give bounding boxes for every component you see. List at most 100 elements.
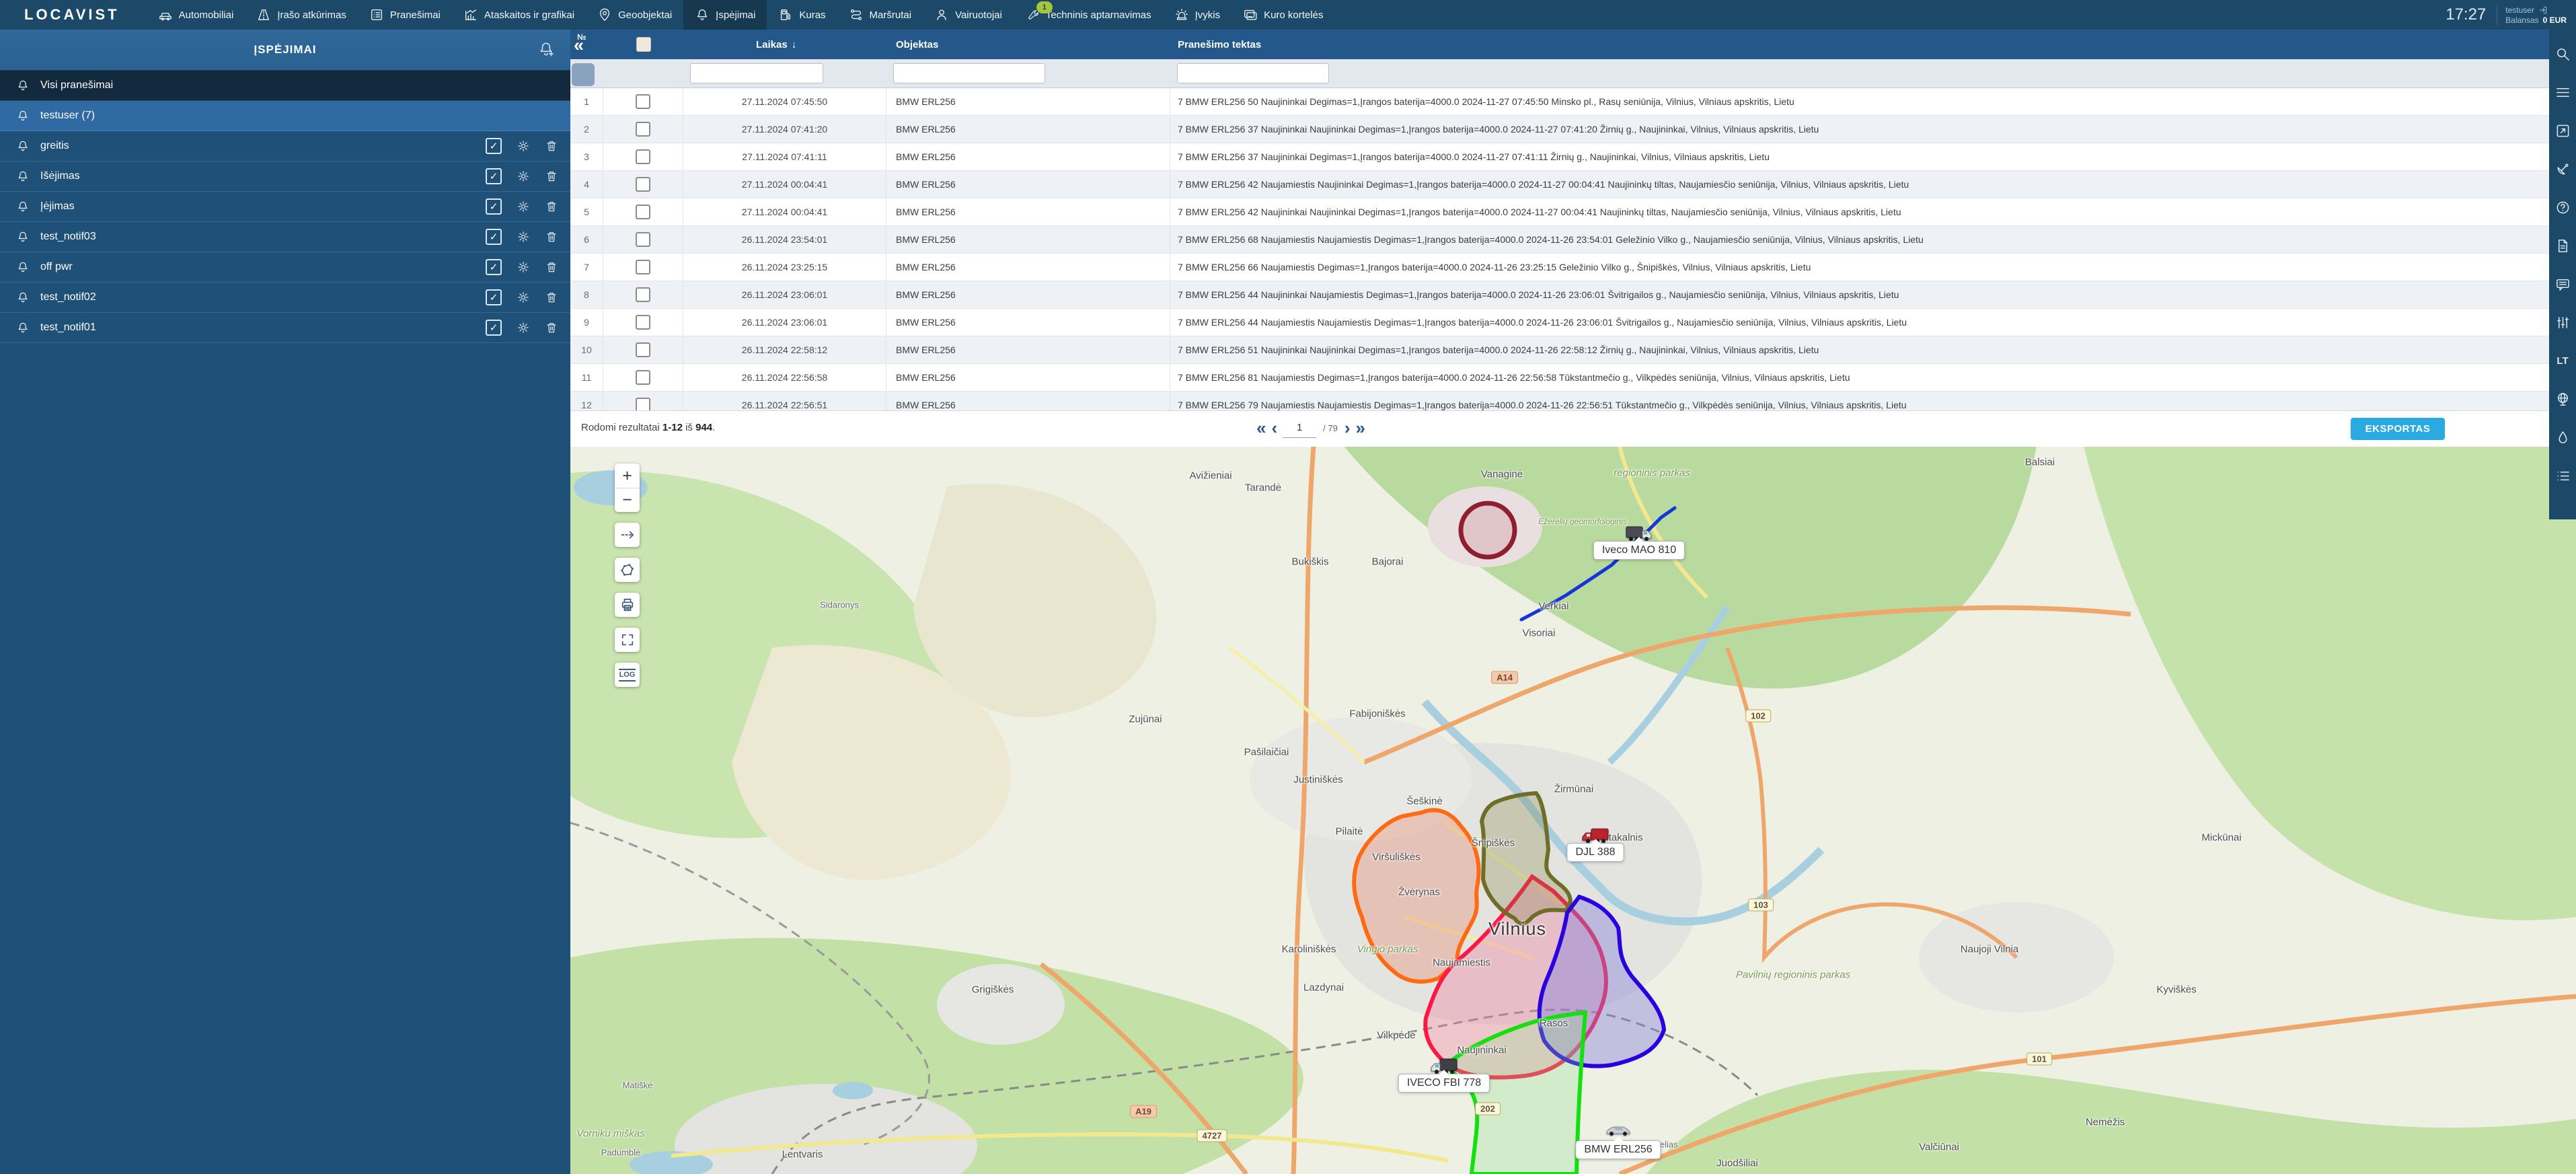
- table-row[interactable]: 3 27.11.2024 07:41:11 BMW ERL256 7 BMW E…: [570, 143, 2549, 171]
- trash-icon[interactable]: [545, 260, 558, 274]
- expand-button[interactable]: [2549, 112, 2576, 150]
- alert-list-item[interactable]: off pwr: [0, 252, 570, 283]
- gear-icon[interactable]: [517, 200, 530, 213]
- alert-list-item[interactable]: Išėjimas: [0, 161, 570, 192]
- draw-geozone-button[interactable]: [615, 558, 640, 582]
- satellite-button[interactable]: [2549, 150, 2576, 188]
- alert-enabled-checkbox[interactable]: [486, 138, 502, 154]
- gear-icon[interactable]: [517, 291, 530, 304]
- track-arrow-button[interactable]: [615, 523, 640, 547]
- trash-icon[interactable]: [545, 291, 558, 304]
- trash-icon[interactable]: [545, 200, 558, 213]
- nav-item-automobiliai[interactable]: Automobiliai: [147, 0, 245, 30]
- map-canvas[interactable]: Vanaginėregioninis parkasEžerėlių geomor…: [570, 446, 2576, 1174]
- print-map-button[interactable]: [615, 593, 640, 617]
- log-button[interactable]: LOG: [615, 663, 640, 687]
- alert-list-item[interactable]: testuser (7): [0, 101, 570, 131]
- vehicle-marker-iveco-fbi-778[interactable]: IVECO FBI 778: [1431, 1058, 1457, 1075]
- gear-icon[interactable]: [517, 170, 530, 183]
- select-all-checkbox[interactable]: [636, 37, 651, 52]
- alert-list-item[interactable]: test_notif02: [0, 283, 570, 313]
- alert-list-item[interactable]: test_notif01: [0, 313, 570, 343]
- alert-enabled-checkbox[interactable]: [486, 320, 502, 336]
- trash-icon[interactable]: [545, 139, 558, 153]
- search-button[interactable]: [2549, 35, 2576, 73]
- vehicle-marker-bmw-erl256[interactable]: BMW ERL256: [1605, 1124, 1631, 1136]
- filter-message-input[interactable]: [1177, 63, 1329, 83]
- alert-list-item[interactable]: Įėjimas: [0, 192, 570, 222]
- table-row[interactable]: 7 26.11.2024 23:25:15 BMW ERL256 7 BMW E…: [570, 254, 2549, 281]
- table-row[interactable]: 8 26.11.2024 23:06:01 BMW ERL256 7 BMW E…: [570, 281, 2549, 309]
- row-checkbox[interactable]: [636, 149, 650, 164]
- first-page-button[interactable]: «: [1256, 418, 1264, 438]
- alert-enabled-checkbox[interactable]: [486, 289, 502, 305]
- zoom-in-button[interactable]: +: [615, 464, 640, 488]
- add-alert-button[interactable]: [538, 40, 556, 58]
- nav-item-vairuotojai[interactable]: Vairuotojai: [923, 0, 1014, 30]
- globe-button[interactable]: [2549, 380, 2576, 418]
- export-button[interactable]: EKSPORTAS: [2351, 418, 2445, 440]
- vehicle-marker-iveco-mao-810[interactable]: Iveco MAO 810: [1626, 525, 1653, 542]
- table-row[interactable]: 11 26.11.2024 22:56:58 BMW ERL256 7 BMW …: [570, 364, 2549, 392]
- table-row[interactable]: 10 26.11.2024 22:58:12 BMW ERL256 7 BMW …: [570, 336, 2549, 364]
- list-view-button[interactable]: [2549, 457, 2576, 495]
- menu-button[interactable]: [2549, 73, 2576, 112]
- nav-item-geoobjektai[interactable]: Geoobjektai: [586, 0, 683, 30]
- table-row[interactable]: 4 27.11.2024 00:04:41 BMW ERL256 7 BMW E…: [570, 171, 2549, 198]
- row-checkbox[interactable]: [636, 287, 650, 302]
- collapse-handle[interactable]: [572, 63, 595, 86]
- gear-icon[interactable]: [517, 139, 530, 153]
- table-row[interactable]: 1 27.11.2024 07:45:50 BMW ERL256 7 BMW E…: [570, 88, 2549, 116]
- fullscreen-button[interactable]: [615, 628, 640, 652]
- chat-button[interactable]: [2549, 265, 2576, 303]
- row-checkbox[interactable]: [636, 177, 650, 192]
- table-row[interactable]: 5 27.11.2024 00:04:41 BMW ERL256 7 BMW E…: [570, 198, 2549, 226]
- row-checkbox[interactable]: [636, 94, 650, 109]
- nav-item-marsrutai[interactable]: Maršrutai: [837, 0, 923, 30]
- language-button[interactable]: LT: [2549, 342, 2576, 380]
- nav-item-ataskaitos[interactable]: Ataskaitos ir grafikai: [452, 0, 586, 30]
- gear-icon[interactable]: [517, 230, 530, 244]
- row-checkbox[interactable]: [636, 232, 650, 247]
- table-row[interactable]: 6 26.11.2024 23:54:01 BMW ERL256 7 BMW E…: [570, 226, 2549, 254]
- gear-icon[interactable]: [517, 321, 530, 334]
- row-checkbox[interactable]: [636, 315, 650, 330]
- row-checkbox[interactable]: [636, 205, 650, 219]
- alert-list-item[interactable]: Visi pranešimai: [0, 71, 570, 101]
- alert-list-item[interactable]: test_notif03: [0, 222, 570, 252]
- alert-enabled-checkbox[interactable]: [486, 229, 502, 245]
- column-header-pranesimo-tekstas[interactable]: Pranešimo tektas: [1170, 30, 2549, 59]
- last-page-button[interactable]: »: [1356, 418, 1364, 438]
- zoom-out-button[interactable]: −: [615, 488, 640, 512]
- row-checkbox[interactable]: [636, 260, 650, 274]
- filter-laikas-input[interactable]: [690, 63, 823, 83]
- alert-enabled-checkbox[interactable]: [486, 259, 502, 275]
- row-checkbox[interactable]: [636, 342, 650, 357]
- trash-icon[interactable]: [545, 170, 558, 183]
- column-header-objektas[interactable]: Objektas: [886, 30, 1170, 59]
- alert-enabled-checkbox[interactable]: [486, 198, 502, 215]
- document-button[interactable]: [2549, 227, 2576, 265]
- nav-item-pranesimai[interactable]: Pranešimai: [358, 0, 452, 30]
- gear-icon[interactable]: [517, 260, 530, 274]
- alert-enabled-checkbox[interactable]: [486, 168, 502, 184]
- vehicle-marker-djl-388[interactable]: DJL 388: [1582, 827, 1609, 844]
- row-checkbox[interactable]: [636, 122, 650, 137]
- nav-item-iraso-atkurimas[interactable]: Įrašo atkūrimas: [245, 0, 358, 30]
- help-button[interactable]: [2549, 188, 2576, 227]
- alert-list-item[interactable]: greitis: [0, 131, 570, 161]
- fuel-level-button[interactable]: [2549, 418, 2576, 457]
- prev-page-button[interactable]: ‹: [1271, 418, 1276, 438]
- trash-icon[interactable]: [545, 230, 558, 244]
- collapse-table-button[interactable]: «: [574, 38, 582, 52]
- filter-objektas-input[interactable]: [893, 63, 1045, 83]
- trash-icon[interactable]: [545, 321, 558, 334]
- row-checkbox[interactable]: [636, 370, 650, 385]
- nav-item-kuro-korteles[interactable]: Kuro kortelės: [1232, 0, 1334, 30]
- nav-item-ispejimai[interactable]: Įspėjimai: [683, 0, 767, 30]
- column-header-laikas[interactable]: Laikas↓: [683, 30, 886, 59]
- nav-item-kuras[interactable]: Kuras: [767, 0, 837, 30]
- nav-item-ivykis[interactable]: Įvykis: [1163, 0, 1232, 30]
- nav-item-techninis-aptarnavimas[interactable]: 1 Techninis aptarnavimas: [1014, 0, 1163, 30]
- logout-icon[interactable]: [2538, 5, 2548, 15]
